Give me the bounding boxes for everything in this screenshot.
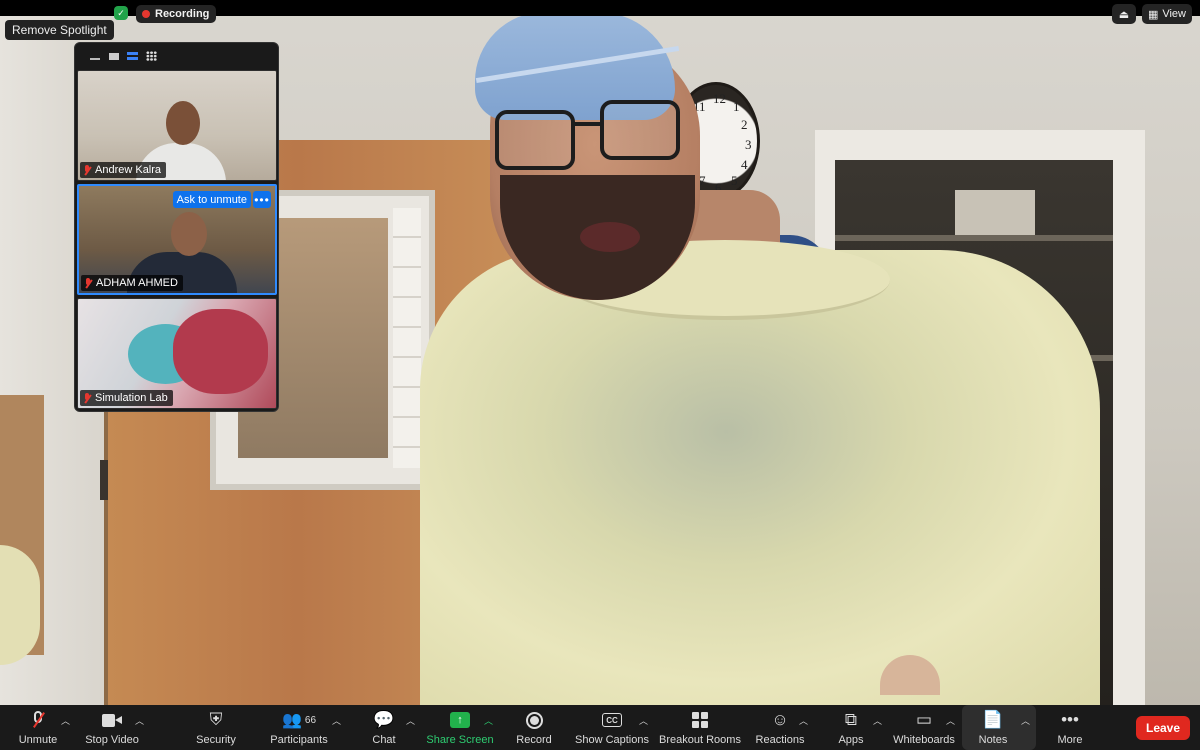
notes-button[interactable]: 📄 Notes — [962, 705, 1036, 750]
smiley-plus-icon: ☺ — [771, 710, 789, 729]
share-screen-label: Share Screen — [426, 734, 494, 746]
muted-mic-icon — [83, 392, 92, 404]
captions-icon: CC — [602, 709, 622, 731]
immersive-view-button[interactable]: ⏏ — [1111, 4, 1136, 24]
gallery-toolbar — [75, 43, 278, 69]
whiteboard-icon: ▭ — [915, 710, 933, 729]
recording-indicator[interactable]: Recording — [136, 5, 217, 23]
top-right-controls: ⏏ ▦ View — [1111, 4, 1192, 24]
recording-label: Recording — [155, 8, 210, 20]
notes-label: Notes — [978, 734, 1008, 746]
share-screen-button[interactable]: ↑ Share Screen — [425, 705, 495, 750]
more-button[interactable]: ••• More — [1052, 705, 1088, 750]
muted-mic-icon — [83, 164, 92, 176]
chat-label: Chat — [372, 734, 396, 746]
breakout-rooms-label: Breakout Rooms — [659, 734, 741, 746]
microphone-off-icon — [31, 709, 45, 731]
apps-icon: ⧉ — [844, 710, 858, 729]
whiteboards-label: Whiteboards — [893, 734, 955, 746]
participants-label: Participants — [270, 734, 328, 746]
more-label: More — [1057, 734, 1083, 746]
chevron-up-icon[interactable]: ︿ — [873, 714, 882, 727]
leave-button[interactable]: Leave — [1136, 716, 1190, 740]
participant-strip[interactable]: Andrew Kalra Ask to unmute ••• ADHAM AHM… — [74, 42, 279, 412]
glasses-bridge — [573, 122, 603, 126]
chevron-up-icon[interactable]: ︿ — [1021, 714, 1030, 727]
chevron-up-icon[interactable]: ︿ — [135, 714, 144, 727]
reactions-button[interactable]: ☺ Reactions — [754, 705, 806, 750]
grid-view-icon: ▦ — [1147, 8, 1159, 21]
chat-bubble-icon: 💬 — [373, 710, 395, 729]
minimize-icon[interactable] — [89, 52, 100, 60]
participant-tile[interactable]: Ask to unmute ••• ADHAM AHMED — [77, 184, 277, 295]
reactions-label: Reactions — [755, 734, 805, 746]
view-label: View — [1162, 8, 1186, 20]
video-camera-icon — [102, 709, 122, 731]
record-button[interactable]: Record — [512, 705, 556, 750]
lens — [495, 110, 575, 170]
participant-name-tag: Andrew Kalra — [80, 162, 167, 178]
participants-count: 66 — [304, 714, 317, 726]
lock-icon: ⏏ — [1118, 8, 1130, 21]
participant-name: Andrew Kalra — [95, 164, 162, 176]
strip-view-icon[interactable] — [127, 52, 138, 60]
participant-name-tag: Simulation Lab — [80, 390, 173, 406]
show-captions-button[interactable]: CC Show Captions — [574, 705, 650, 750]
grid-view-icon[interactable] — [146, 51, 157, 61]
apps-label: Apps — [838, 734, 864, 746]
single-speaker-icon[interactable] — [108, 52, 119, 60]
chevron-up-icon[interactable]: ︿ — [61, 714, 70, 727]
ask-to-unmute-button[interactable]: Ask to unmute — [172, 191, 251, 208]
door-hinge — [100, 460, 108, 500]
participants-button[interactable]: 👥 66 Participants — [268, 705, 330, 750]
whiteboards-button[interactable]: ▭ Whiteboards — [892, 705, 956, 750]
participant-name-tag: ADHAM AHMED — [81, 275, 183, 291]
eyeglasses — [495, 100, 695, 180]
recording-dot-icon — [142, 10, 150, 18]
participant-name: ADHAM AHMED — [96, 277, 178, 289]
simulation-heart — [173, 309, 268, 394]
ellipsis-icon: ••• — [1061, 710, 1079, 729]
stop-video-button[interactable]: Stop Video — [82, 705, 142, 750]
captions-icon-text: CC — [602, 713, 622, 727]
participant-head — [166, 101, 200, 145]
participant-tile[interactable]: Andrew Kalra — [77, 70, 277, 181]
chat-button[interactable]: 💬 Chat — [366, 705, 402, 750]
lens — [600, 100, 680, 160]
meeting-toolbar: Unmute ︿ Stop Video ︿ ⛨ Security 👥 66 Pa… — [0, 705, 1200, 750]
participant-tile[interactable]: Simulation Lab — [77, 298, 277, 409]
presenter — [390, 0, 1120, 705]
muted-mic-icon — [84, 277, 93, 289]
unmute-button[interactable]: Unmute — [12, 705, 64, 750]
security-button[interactable]: ⛨ Security — [190, 705, 242, 750]
unmute-label: Unmute — [18, 734, 58, 746]
chevron-up-icon[interactable]: ︿ — [332, 714, 341, 727]
chevron-up-icon[interactable]: ︿ — [946, 714, 955, 727]
view-button[interactable]: ▦ View — [1141, 4, 1192, 24]
notes-icon: 📄 — [982, 710, 1004, 729]
breakout-rooms-icon — [692, 709, 708, 731]
security-label: Security — [196, 734, 236, 746]
chevron-up-icon[interactable]: ︿ — [799, 714, 808, 727]
participant-head — [171, 212, 207, 256]
remove-spotlight-button[interactable]: Remove Spotlight — [5, 20, 114, 40]
chevron-up-icon[interactable]: ︿ — [639, 714, 648, 727]
share-screen-icon: ↑ — [450, 709, 470, 731]
participant-name: Simulation Lab — [95, 392, 168, 404]
apps-button[interactable]: ⧉ Apps — [834, 705, 868, 750]
record-icon — [525, 709, 543, 731]
shield-icon: ⛨ — [209, 710, 223, 729]
chevron-up-icon[interactable]: ︿ — [484, 714, 493, 727]
mouth — [580, 222, 640, 252]
more-options-icon[interactable]: ••• — [253, 191, 271, 208]
stop-video-label: Stop Video — [85, 734, 139, 746]
participants-icon: 👥 66 — [281, 712, 317, 729]
security-shield-icon[interactable]: ✓ — [114, 6, 128, 20]
show-captions-label: Show Captions — [575, 734, 649, 746]
chevron-up-icon[interactable]: ︿ — [406, 714, 415, 727]
record-label: Record — [516, 734, 552, 746]
breakout-rooms-button[interactable]: Breakout Rooms — [659, 705, 741, 750]
